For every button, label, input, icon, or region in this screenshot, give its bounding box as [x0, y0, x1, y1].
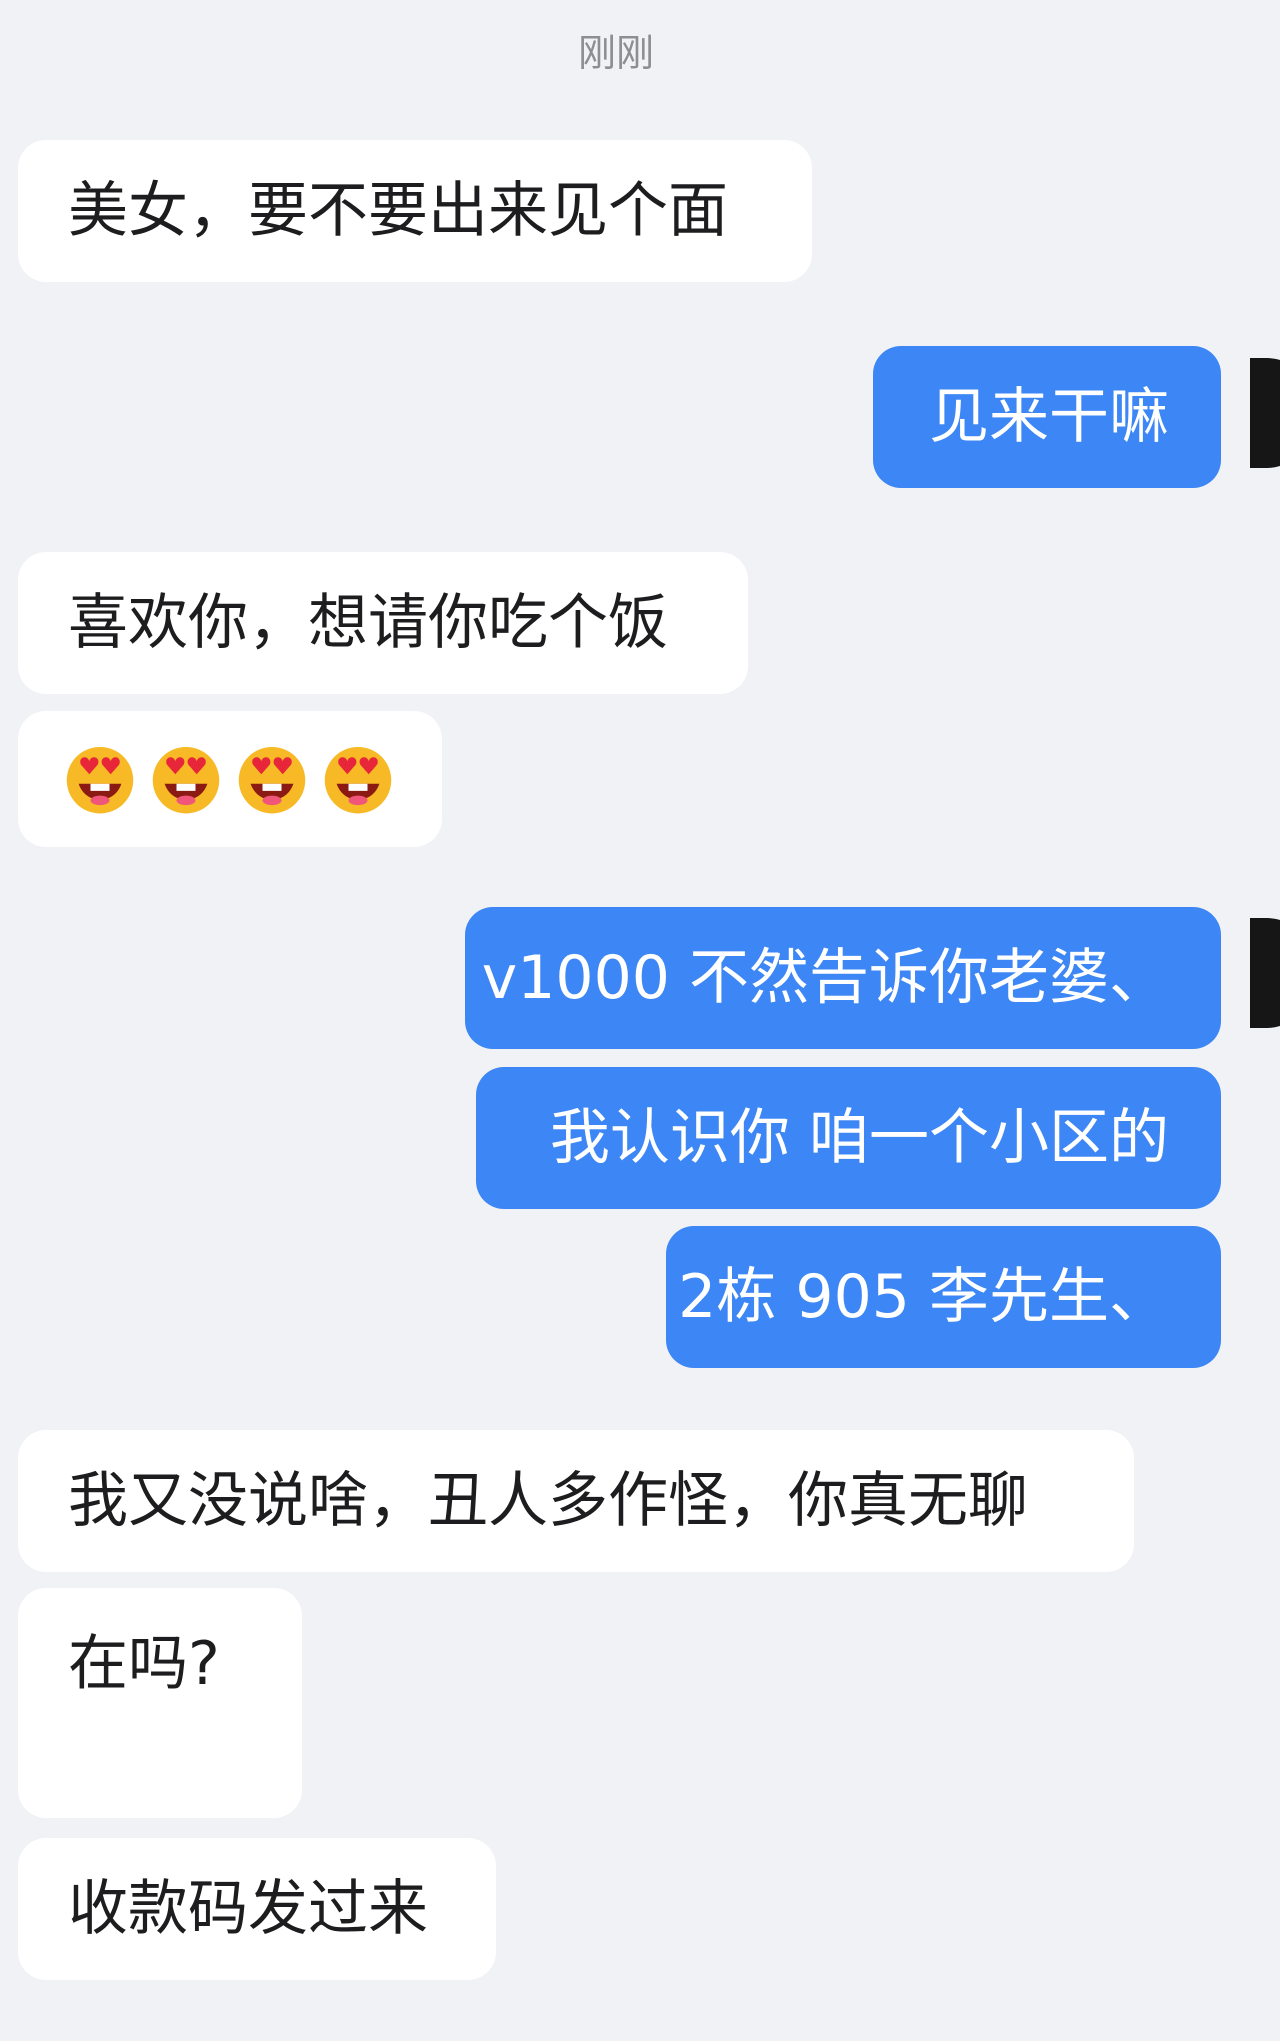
- message-bubble-incoming[interactable]: 美女，要不要出来见个面: [18, 140, 812, 282]
- message-text: 收款码发过来: [68, 1874, 428, 1944]
- message-text: v1000 不然告诉你老婆、: [481, 943, 1169, 1013]
- emoji-row: [62, 741, 396, 817]
- heart-eyes-face-icon: [238, 746, 306, 814]
- timestamp: 刚刚: [577, 31, 654, 75]
- message-text: 在吗?: [68, 1629, 220, 1699]
- message-text: 2栋 905 李先生、: [678, 1262, 1169, 1332]
- message-text: 我又没说啥，丑人多作怪，你真无聊: [68, 1466, 1028, 1536]
- message-bubble-outgoing[interactable]: 我认识你 咱一个小区的: [476, 1067, 1221, 1209]
- heart-eyes-face-icon: [324, 746, 392, 814]
- user-avatar[interactable]: [1250, 358, 1280, 468]
- message-bubble-emoji[interactable]: [18, 711, 442, 847]
- message-bubble-outgoing[interactable]: 2栋 905 李先生、: [666, 1226, 1221, 1368]
- message-bubble-outgoing[interactable]: 见来干嘛: [873, 346, 1221, 488]
- user-avatar[interactable]: [1250, 918, 1280, 1028]
- message-bubble-incoming[interactable]: 我又没说啥，丑人多作怪，你真无聊: [18, 1430, 1134, 1572]
- heart-eyes-face-icon: [66, 746, 134, 814]
- heart-eyes-face-icon: [152, 746, 220, 814]
- message-text: 美女，要不要出来见个面: [68, 176, 728, 246]
- message-bubble-incoming[interactable]: 收款码发过来: [18, 1838, 496, 1980]
- message-text: 喜欢你，想请你吃个饭: [68, 588, 668, 658]
- message-text: 我认识你 咱一个小区的: [549, 1103, 1169, 1173]
- message-text: 见来干嘛: [929, 382, 1169, 452]
- message-bubble-incoming[interactable]: 在吗?: [18, 1588, 302, 1818]
- message-bubble-outgoing[interactable]: v1000 不然告诉你老婆、: [465, 907, 1221, 1049]
- message-bubble-incoming[interactable]: 喜欢你，想请你吃个饭: [18, 552, 748, 694]
